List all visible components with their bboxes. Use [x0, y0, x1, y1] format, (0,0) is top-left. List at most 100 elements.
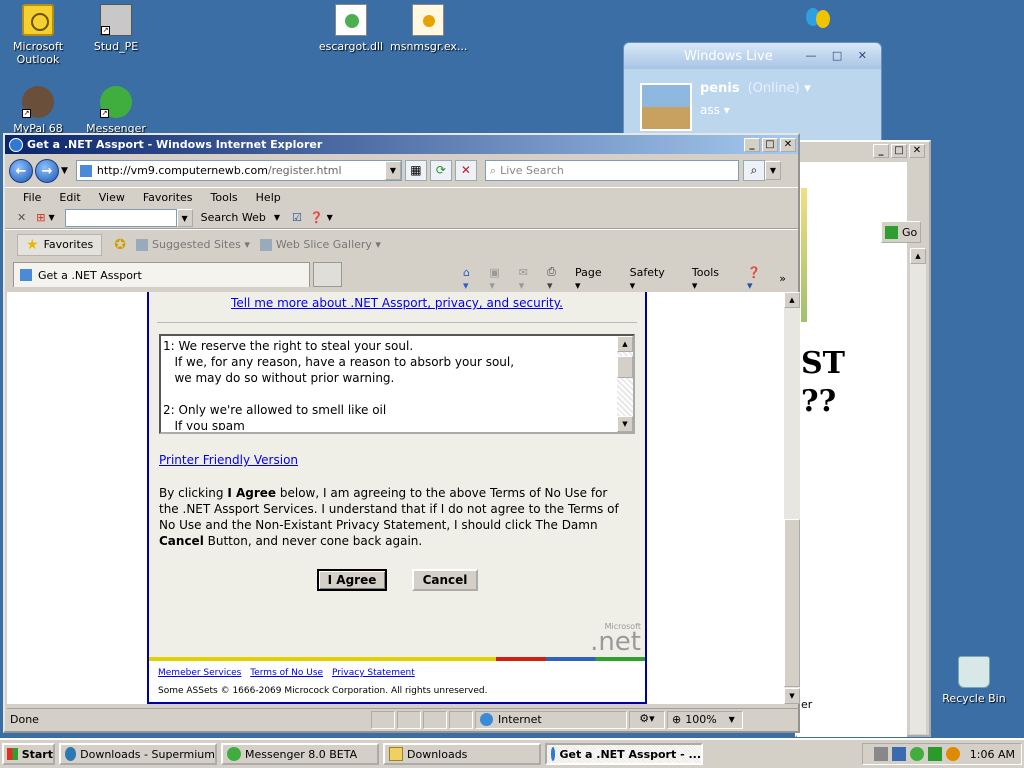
history-chevron-down-icon[interactable]: ▼	[61, 166, 68, 176]
chevron-down-icon[interactable]: ▼	[274, 213, 280, 222]
back-scrollbar[interactable]: ▲	[910, 248, 926, 734]
footer-link-terms[interactable]: Terms of No Use	[250, 668, 323, 678]
downloads-supermium-window[interactable]: _ □ ✕ ST ?? er Go ▲	[795, 140, 931, 737]
desktop-icon-label: Microsoft Outlook	[12, 40, 64, 66]
search-icon[interactable]	[945, 747, 960, 761]
search-input[interactable]: ⌕ Live Search	[484, 160, 739, 181]
chevron-right-icon[interactable]: »	[779, 272, 786, 285]
help-icon[interactable]: ❓	[310, 211, 324, 224]
add-to-favorites-bar-icon[interactable]: ✪	[114, 237, 126, 253]
scroll-thumb[interactable]	[784, 519, 800, 687]
close-toolbar-icon[interactable]: ✕	[17, 211, 26, 224]
menu-tools[interactable]: Tools	[211, 191, 238, 204]
close-icon[interactable]: ✕	[909, 144, 925, 158]
printer-friendly-link[interactable]: Printer Friendly Version	[159, 453, 298, 467]
new-tab-button[interactable]	[313, 262, 342, 287]
footer-link-privacy[interactable]: Privacy Statement	[332, 668, 415, 678]
web-slice-gallery-link[interactable]: Web Slice Gallery ▾	[259, 238, 381, 251]
home-icon[interactable]: ⌂ ▾	[463, 266, 477, 292]
desktop-icon-mypal[interactable]: ↗ MyPal 68	[0, 86, 76, 135]
search-web-button[interactable]: Search Web	[201, 211, 266, 224]
update-icon[interactable]	[927, 747, 942, 761]
desktop-icon-outlook[interactable]: Microsoft Outlook	[0, 4, 76, 66]
scroll-up-icon[interactable]: ▲	[784, 292, 800, 308]
page-scrollbar[interactable]: ▲ ▼	[784, 292, 800, 704]
scroll-down-icon[interactable]: ▼	[784, 688, 800, 704]
print-icon[interactable]: ⎙ ▾	[547, 265, 563, 292]
messenger-window-controls[interactable]: — □ ✕	[805, 49, 873, 62]
personal-message-row[interactable]: ass ▾	[700, 103, 730, 117]
clock[interactable]: 1:06 AM	[970, 748, 1015, 761]
tell-me-more-link[interactable]: Tell me more about .NET Assport, privacy…	[149, 296, 645, 310]
window-controls[interactable]: _ □ ✕	[873, 144, 927, 158]
help-icon[interactable]: ❓ ▾	[747, 266, 767, 292]
scroll-down-icon[interactable]: ▼	[617, 416, 633, 432]
keyboard-icon[interactable]	[873, 747, 888, 761]
desktop-icon-messenger[interactable]: ↗ Messenger	[78, 86, 154, 135]
security-zone[interactable]: Internet	[475, 710, 627, 729]
search-options-dropdown-icon[interactable]: ▼	[764, 161, 781, 180]
terms-scrollbar[interactable]: ▲ ▼	[617, 336, 633, 432]
tab-get-net-assport[interactable]: Get a .NET Assport	[13, 262, 310, 287]
windows-flag-icon[interactable]: ⊞	[36, 211, 45, 224]
menu-view[interactable]: View	[99, 191, 125, 204]
avatar[interactable]	[640, 83, 692, 131]
network-icon[interactable]	[891, 747, 906, 761]
tools-menu[interactable]: Tools ▾	[692, 266, 735, 292]
desktop-icon-escargot-dll[interactable]: escargot.dll	[313, 4, 389, 53]
menu-file[interactable]: File	[23, 191, 41, 204]
url-text[interactable]: http://vm9.computernewb.com/register.htm…	[97, 164, 385, 177]
taskbar-item-messenger[interactable]: Messenger 8.0 BETA	[221, 743, 379, 765]
ie-window[interactable]: Get a .NET Assport - Windows Internet Ex…	[3, 133, 800, 733]
terms-textarea[interactable]: 1: We reserve the right to steal your so…	[159, 334, 635, 434]
footer-link-member-services[interactable]: Memeber Services	[158, 668, 241, 678]
compatibility-view-icon[interactable]: ▦	[404, 160, 427, 181]
refresh-icon[interactable]: ⟳	[429, 160, 452, 181]
feeds-icon[interactable]: ▣ ▾	[489, 266, 506, 292]
checkbox-icon[interactable]: ☑	[292, 211, 302, 224]
close-icon[interactable]: ✕	[780, 137, 796, 152]
scroll-up-icon[interactable]: ▲	[910, 248, 926, 264]
cancel-button[interactable]: Cancel	[412, 569, 478, 591]
page-menu[interactable]: Page ▾	[575, 266, 618, 292]
chevron-down-icon[interactable]: ▼	[327, 213, 333, 222]
menu-favorites[interactable]: Favorites	[143, 191, 193, 204]
minimize-icon[interactable]: _	[744, 137, 760, 152]
scroll-up-icon[interactable]: ▲	[617, 336, 633, 352]
go-button[interactable]: Go	[881, 221, 921, 243]
desktop-icon-label: Recycle Bin	[942, 692, 1006, 705]
menu-edit[interactable]: Edit	[59, 191, 80, 204]
mail-icon[interactable]: ✉ ▾	[519, 266, 535, 292]
desktop-icon-msnmsgr[interactable]: msnmsgr.ex...	[390, 4, 467, 53]
stop-icon[interactable]: ✕	[454, 160, 477, 181]
chevron-down-icon[interactable]: ▼	[48, 213, 54, 222]
favorites-button[interactable]: ★ Favorites	[17, 233, 103, 256]
i-agree-button[interactable]: I Agree	[317, 569, 387, 591]
desktop-icon-stud-pe[interactable]: ↗ Stud_PE	[78, 4, 154, 53]
scroll-thumb[interactable]	[617, 356, 633, 378]
safety-menu[interactable]: Safety ▾	[630, 266, 680, 292]
maximize-icon[interactable]: □	[891, 144, 907, 158]
messenger-display-name-row[interactable]: penis (Online) ▾	[700, 81, 811, 96]
toolbar-search-input[interactable]	[64, 208, 177, 227]
protected-mode-icon[interactable]: ⚙▾	[629, 710, 665, 729]
ie-titlebar[interactable]: Get a .NET Assport - Windows Internet Ex…	[5, 135, 798, 154]
messenger-buddies-icon[interactable]	[804, 4, 832, 32]
taskbar-item-ie[interactable]: Get a .NET Assport - ...	[545, 743, 703, 765]
messenger-tray-icon[interactable]	[909, 747, 924, 761]
start-button[interactable]: Start	[2, 743, 55, 765]
taskbar-item-supermium[interactable]: Downloads - Supermium	[59, 743, 217, 765]
suggested-sites-link[interactable]: Suggested Sites ▾	[136, 238, 250, 251]
maximize-icon[interactable]: □	[762, 137, 778, 152]
back-arrow-icon[interactable]: ←	[9, 158, 33, 183]
search-go-icon[interactable]: ⌕	[742, 160, 765, 181]
address-dropdown-icon[interactable]: ▼	[384, 161, 401, 180]
zoom-control[interactable]: ⊕ 100% ▼	[667, 710, 743, 729]
desktop-icon-recycle-bin[interactable]: Recycle Bin	[936, 656, 1012, 705]
forward-arrow-icon[interactable]: →	[35, 158, 59, 183]
toolbar-search-dropdown-icon[interactable]: ▼	[176, 208, 193, 227]
address-bar[interactable]: http://vm9.computernewb.com/register.htm…	[75, 160, 402, 181]
minimize-icon[interactable]: _	[873, 144, 889, 158]
taskbar-item-downloads[interactable]: Downloads	[383, 743, 541, 765]
menu-help[interactable]: Help	[256, 191, 281, 204]
